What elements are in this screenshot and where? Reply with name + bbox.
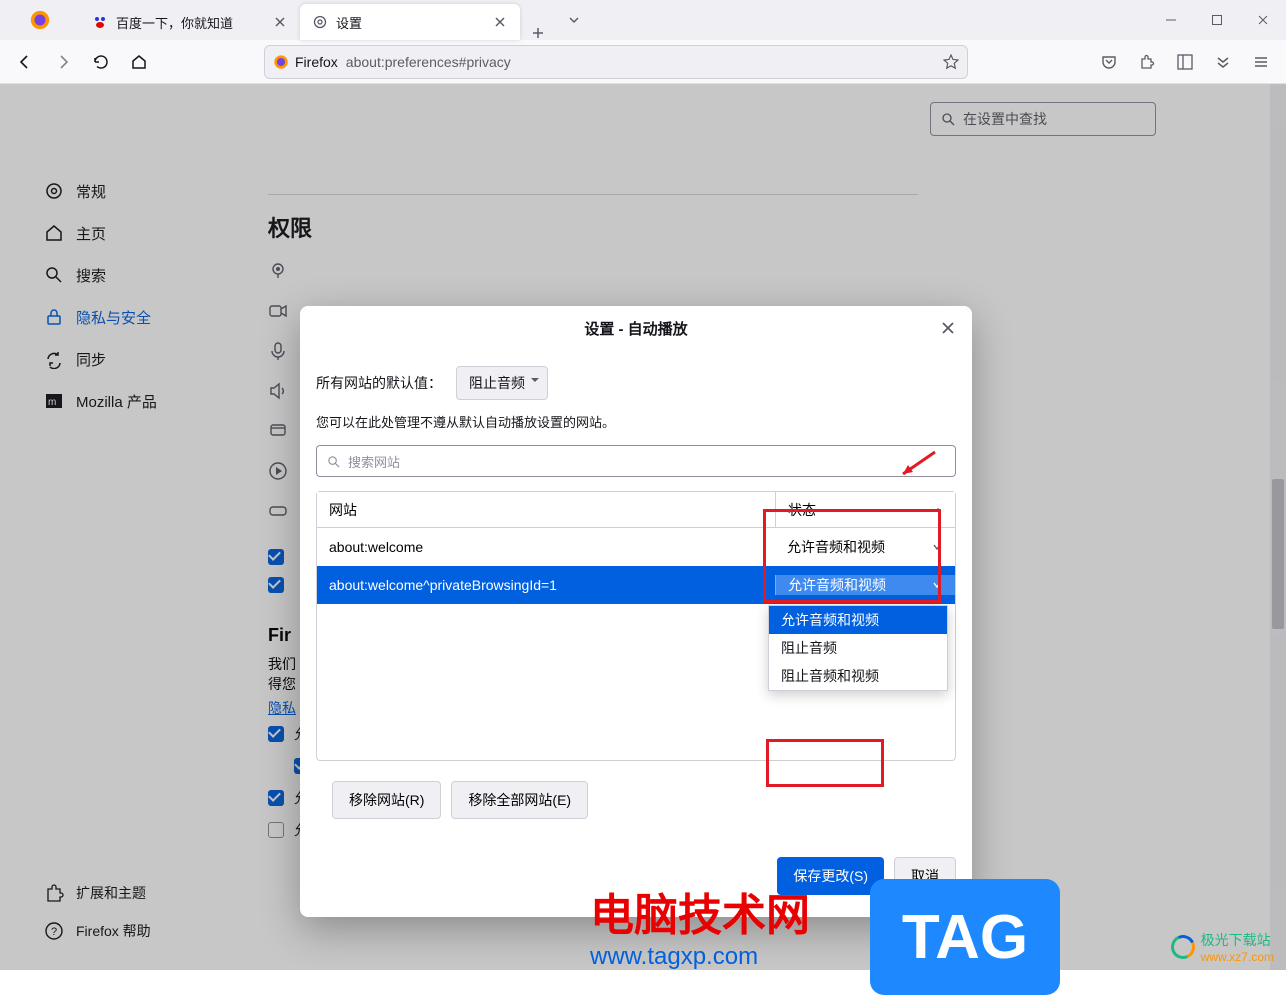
- cell-status-select[interactable]: 允许音频和视频: [775, 537, 955, 557]
- header-label: 状态: [788, 500, 816, 520]
- status-dropdown: 允许音频和视频 阻止音频 阻止音频和视频: [768, 605, 948, 691]
- baidu-favicon: [92, 14, 108, 30]
- identity-box[interactable]: Firefox: [273, 54, 338, 70]
- chevron-down-icon: [931, 579, 943, 591]
- table-row[interactable]: about:welcome 允许音频和视频: [317, 528, 955, 566]
- cell-site: about:welcome^privateBrowsingId=1: [317, 577, 775, 593]
- close-icon[interactable]: [272, 14, 288, 30]
- dropdown-option[interactable]: 阻止音频: [769, 634, 947, 662]
- tab-label: 百度一下，你就知道: [116, 13, 233, 32]
- autoplay-settings-dialog: 设置 - 自动播放 所有网站的默认值： 阻止音频 您可以在此处管理不遵从默认自动…: [300, 306, 972, 917]
- cell-status-select[interactable]: 允许音频和视频: [775, 575, 955, 595]
- search-icon: [327, 455, 340, 468]
- annotation-arrow: [895, 450, 939, 480]
- back-button[interactable]: [8, 45, 42, 79]
- status-value: 允许音频和视频: [788, 575, 886, 595]
- default-value-select[interactable]: 阻止音频: [456, 366, 548, 400]
- watermark-tag: TAG: [870, 879, 1060, 995]
- pocket-icon[interactable]: [1092, 45, 1126, 79]
- select-value: 阻止音频: [469, 375, 525, 391]
- tab-label: 设置: [336, 13, 362, 32]
- new-tab-button[interactable]: [520, 26, 556, 40]
- home-button[interactable]: [122, 45, 156, 79]
- sort-icon: [933, 505, 943, 515]
- reload-button[interactable]: [84, 45, 118, 79]
- forward-button[interactable]: [46, 45, 80, 79]
- nav-toolbar: Firefox about:preferences#privacy: [0, 40, 1286, 84]
- tab-baidu[interactable]: 百度一下，你就知道: [80, 4, 300, 40]
- bookmark-star-icon[interactable]: [943, 54, 959, 70]
- list-all-tabs-button[interactable]: [556, 0, 592, 40]
- dropdown-option[interactable]: 允许音频和视频: [769, 606, 947, 634]
- watermark-text: 电脑技术网www.tagxp.com: [590, 879, 810, 971]
- remove-all-sites-button[interactable]: 移除全部网站(E): [451, 781, 588, 819]
- cell-site: about:welcome: [317, 539, 775, 555]
- window-controls: [1148, 0, 1286, 40]
- close-window-button[interactable]: [1240, 0, 1286, 40]
- url-bar[interactable]: Firefox about:preferences#privacy: [264, 45, 968, 79]
- maximize-button[interactable]: [1194, 0, 1240, 40]
- url-text: about:preferences#privacy: [346, 54, 511, 70]
- column-header-site[interactable]: 网站: [317, 492, 775, 527]
- dropdown-option[interactable]: 阻止音频和视频: [769, 662, 947, 690]
- dialog-close-button[interactable]: [938, 318, 958, 338]
- close-icon[interactable]: [492, 14, 508, 30]
- app-menu-button[interactable]: [1244, 45, 1278, 79]
- tab-settings[interactable]: 设置: [300, 4, 520, 40]
- column-header-status[interactable]: 状态: [775, 492, 955, 527]
- window-titlebar: 百度一下，你就知道 设置: [0, 0, 1286, 40]
- content-viewport: 常规 主页 搜索 隐私与安全 同步 mMozilla 产品 扩展和主题 ?Fir…: [0, 84, 1286, 970]
- extensions-icon[interactable]: [1130, 45, 1164, 79]
- site-permission-table: 网站 状态 about:welcome 允许音频和视频 about:welcom…: [316, 491, 956, 761]
- remove-site-button[interactable]: 移除网站(R): [332, 781, 441, 819]
- chevron-down-icon: [931, 541, 943, 553]
- table-row[interactable]: about:welcome^privateBrowsingId=1 允许音频和视…: [317, 566, 955, 604]
- identity-label: Firefox: [295, 54, 338, 70]
- search-placeholder: 搜索网站: [348, 452, 400, 471]
- gear-icon: [312, 14, 328, 30]
- tabstrip: 百度一下，你就知道 设置: [80, 0, 556, 40]
- dialog-title: 设置 - 自动播放: [300, 306, 972, 350]
- default-label: 所有网站的默认值：: [316, 373, 442, 393]
- dialog-description: 您可以在此处管理不遵从默认自动播放设置的网站。: [316, 412, 956, 431]
- sidebar-icon[interactable]: [1168, 45, 1202, 79]
- watermark-site: 极光下载站www.xz7.com: [1171, 930, 1274, 964]
- overflow-icon[interactable]: [1206, 45, 1240, 79]
- site-search-input[interactable]: 搜索网站: [316, 445, 956, 477]
- minimize-button[interactable]: [1148, 0, 1194, 40]
- status-value: 允许音频和视频: [787, 537, 885, 557]
- firefox-logo: [0, 0, 80, 40]
